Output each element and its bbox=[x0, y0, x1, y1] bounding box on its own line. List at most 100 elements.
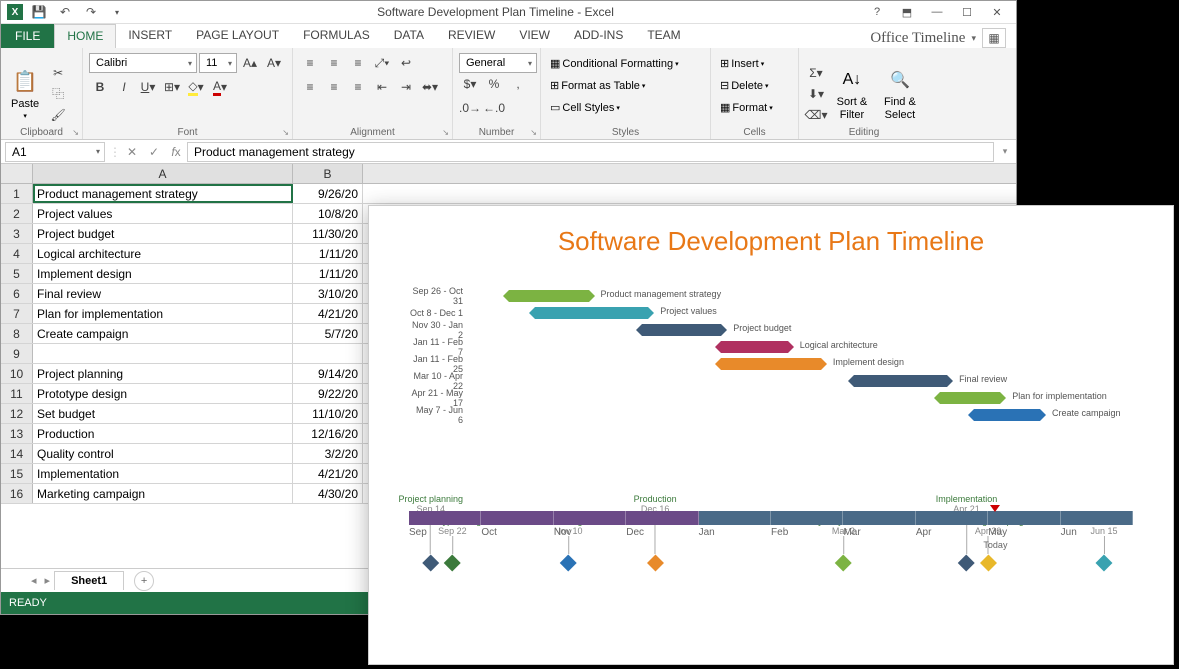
decrease-indent-icon[interactable]: ⇤ bbox=[371, 77, 393, 97]
align-bottom-icon[interactable]: ≡ bbox=[347, 53, 369, 73]
close-icon[interactable]: ✕ bbox=[984, 3, 1010, 21]
percent-icon[interactable]: % bbox=[483, 74, 505, 94]
cell[interactable]: 9/22/20 bbox=[293, 384, 363, 403]
sheet-tab-sheet1[interactable]: Sheet1 bbox=[54, 571, 124, 590]
ribbon-tab-file[interactable]: FILE bbox=[1, 24, 54, 48]
increase-font-icon[interactable]: A▴ bbox=[239, 53, 261, 73]
cell[interactable]: Production bbox=[33, 424, 293, 443]
decrease-font-icon[interactable]: A▾ bbox=[263, 53, 285, 73]
cell[interactable]: 3/2/20 bbox=[293, 444, 363, 463]
formula-input[interactable]: Product management strategy bbox=[187, 142, 994, 162]
save-icon[interactable]: 💾 bbox=[29, 2, 49, 22]
cell[interactable]: 4/21/20 bbox=[293, 304, 363, 323]
clear-icon[interactable]: ⌫▾ bbox=[805, 105, 827, 125]
font-name-combo[interactable]: Calibri▾ bbox=[89, 53, 197, 73]
row-header[interactable]: 8 bbox=[1, 324, 33, 343]
row-header[interactable]: 9 bbox=[1, 344, 33, 363]
cell[interactable]: Plan for implementation bbox=[33, 304, 293, 323]
cell[interactable]: 10/8/20 bbox=[293, 204, 363, 223]
sheet-nav-prev-icon[interactable]: ◂ bbox=[31, 574, 37, 587]
row-header[interactable]: 11 bbox=[1, 384, 33, 403]
row-header[interactable]: 1 bbox=[1, 184, 33, 203]
align-top-icon[interactable]: ≡ bbox=[299, 53, 321, 73]
italic-button[interactable]: I bbox=[113, 77, 135, 97]
copy-icon[interactable]: ⿻ bbox=[47, 84, 69, 104]
cell[interactable]: Implementation bbox=[33, 464, 293, 483]
font-color-button[interactable]: A▾ bbox=[209, 77, 231, 97]
underline-button[interactable]: U▾ bbox=[137, 77, 159, 97]
column-header-a[interactable]: A bbox=[33, 164, 293, 183]
redo-icon[interactable]: ↷ bbox=[81, 2, 101, 22]
align-center-icon[interactable]: ≡ bbox=[323, 77, 345, 97]
cell[interactable]: Product management strategy bbox=[33, 184, 293, 203]
row-header[interactable]: 16 bbox=[1, 484, 33, 503]
find-select-button[interactable]: 🔍 Find & Select bbox=[877, 64, 923, 122]
align-middle-icon[interactable]: ≡ bbox=[323, 53, 345, 73]
row-header[interactable]: 2 bbox=[1, 204, 33, 223]
cell[interactable]: Implement design bbox=[33, 264, 293, 283]
chevron-down-icon[interactable]: ▾ bbox=[971, 33, 976, 44]
sheet-nav-next-icon[interactable]: ▸ bbox=[45, 574, 51, 587]
row-header[interactable]: 12 bbox=[1, 404, 33, 423]
cell[interactable]: Set budget bbox=[33, 404, 293, 423]
cell[interactable]: Marketing campaign bbox=[33, 484, 293, 503]
row-header[interactable]: 13 bbox=[1, 424, 33, 443]
decrease-decimal-icon[interactable]: ←.0 bbox=[483, 98, 505, 118]
paste-button[interactable]: 📋 Paste ▾ bbox=[7, 66, 43, 122]
cell[interactable]: 9/26/20 bbox=[293, 184, 363, 203]
row-header[interactable]: 15 bbox=[1, 464, 33, 483]
cell[interactable]: 1/11/20 bbox=[293, 264, 363, 283]
office-timeline-tab[interactable]: Office Timeline bbox=[870, 30, 965, 47]
cell[interactable]: Final review bbox=[33, 284, 293, 303]
currency-icon[interactable]: $▾ bbox=[459, 74, 481, 94]
cell[interactable]: Project planning bbox=[33, 364, 293, 383]
cell[interactable]: 11/30/20 bbox=[293, 224, 363, 243]
sort-filter-button[interactable]: A↓ Sort & Filter bbox=[831, 64, 873, 122]
cell[interactable]: 3/10/20 bbox=[293, 284, 363, 303]
fill-color-button[interactable]: ◇▾ bbox=[185, 77, 207, 97]
align-left-icon[interactable]: ≡ bbox=[299, 77, 321, 97]
row-header[interactable]: 5 bbox=[1, 264, 33, 283]
dialog-launcher-icon[interactable]: ↘ bbox=[72, 128, 79, 137]
row-header[interactable]: 10 bbox=[1, 364, 33, 383]
cell[interactable]: Quality control bbox=[33, 444, 293, 463]
row-header[interactable]: 3 bbox=[1, 224, 33, 243]
ribbon-options-icon[interactable]: ⬒ bbox=[894, 3, 920, 21]
fx-icon[interactable]: fx bbox=[165, 142, 187, 162]
ribbon-tab-review[interactable]: REVIEW bbox=[436, 24, 507, 48]
ribbon-tab-view[interactable]: VIEW bbox=[507, 24, 562, 48]
bold-button[interactable]: B bbox=[89, 77, 111, 97]
timeline-plus-icon[interactable]: ▦ bbox=[982, 28, 1006, 48]
comma-icon[interactable]: , bbox=[507, 74, 529, 94]
cell[interactable]: 4/21/20 bbox=[293, 464, 363, 483]
insert-cells-button[interactable]: ⊞ Insert ▾ bbox=[717, 53, 792, 74]
increase-indent-icon[interactable]: ⇥ bbox=[395, 77, 417, 97]
cell[interactable]: Project budget bbox=[33, 224, 293, 243]
cell[interactable]: 4/30/20 bbox=[293, 484, 363, 503]
dialog-launcher-icon[interactable]: ↘ bbox=[282, 128, 289, 137]
cell[interactable]: 12/16/20 bbox=[293, 424, 363, 443]
cell[interactable]: Prototype design bbox=[33, 384, 293, 403]
cell[interactable]: 11/10/20 bbox=[293, 404, 363, 423]
ribbon-tab-home[interactable]: HOME bbox=[54, 24, 116, 48]
cell[interactable] bbox=[33, 344, 293, 363]
wrap-text-icon[interactable]: ↩ bbox=[395, 53, 417, 73]
align-right-icon[interactable]: ≡ bbox=[347, 77, 369, 97]
dialog-launcher-icon[interactable]: ↘ bbox=[442, 128, 449, 137]
cell[interactable]: Project values bbox=[33, 204, 293, 223]
expand-formula-icon[interactable]: ▾ bbox=[994, 142, 1016, 162]
cell[interactable]: 9/14/20 bbox=[293, 364, 363, 383]
column-header-b[interactable]: B bbox=[293, 164, 363, 183]
ribbon-tab-insert[interactable]: INSERT bbox=[116, 24, 184, 48]
font-size-combo[interactable]: 11▾ bbox=[199, 53, 237, 73]
add-sheet-button[interactable]: + bbox=[134, 571, 154, 591]
minimize-icon[interactable]: — bbox=[924, 3, 950, 21]
dialog-launcher-icon[interactable]: ↘ bbox=[530, 128, 537, 137]
help-icon[interactable]: ? bbox=[864, 3, 890, 21]
increase-decimal-icon[interactable]: .0→ bbox=[459, 98, 481, 118]
row-header[interactable]: 6 bbox=[1, 284, 33, 303]
cell[interactable]: Create campaign bbox=[33, 324, 293, 343]
name-box[interactable]: A1▾ bbox=[5, 142, 105, 162]
fill-icon[interactable]: ⬇▾ bbox=[805, 84, 827, 104]
cell[interactable]: Logical architecture bbox=[33, 244, 293, 263]
